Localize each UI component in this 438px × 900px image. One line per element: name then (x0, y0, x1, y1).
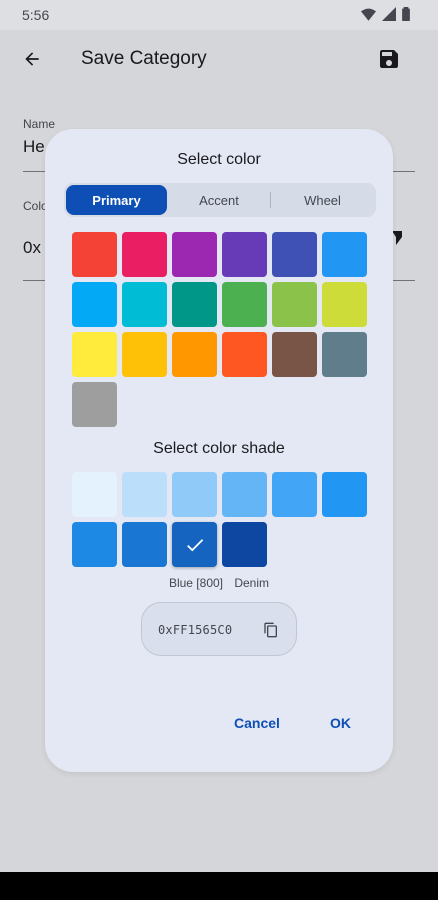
primary-color-swatch[interactable] (122, 232, 167, 277)
color-alias: Denim (234, 576, 270, 590)
primary-color-swatch[interactable] (122, 332, 167, 377)
signal-icon (382, 7, 396, 26)
dialog-title: Select color (177, 151, 261, 168)
hex-value: 0xFF1565C0 (158, 623, 233, 637)
shade-swatch[interactable] (72, 522, 117, 567)
primary-color-swatch[interactable] (122, 282, 167, 327)
primary-color-swatch[interactable] (72, 382, 117, 427)
primary-color-swatch[interactable] (172, 282, 217, 327)
shade-swatch[interactable] (222, 472, 267, 517)
status-time: 5:56 (22, 7, 50, 23)
primary-color-swatch[interactable] (172, 332, 217, 377)
tab-accent[interactable]: Accent (168, 185, 270, 215)
primary-color-swatch[interactable] (272, 282, 317, 327)
status-bar: 5:56 (0, 0, 438, 30)
primary-color-swatch[interactable] (272, 232, 317, 277)
navigation-bar (0, 872, 438, 900)
primary-color-swatch[interactable] (322, 282, 367, 327)
select-color-dialog: Select color Primary Accent Wheel Select… (45, 129, 393, 772)
shade-swatch[interactable] (122, 472, 167, 517)
wifi-icon (361, 8, 376, 26)
hex-value-box: 0xFF1565C0 (141, 602, 297, 656)
primary-color-swatch[interactable] (322, 232, 367, 277)
primary-color-swatch[interactable] (72, 232, 117, 277)
ok-button[interactable]: OK (330, 715, 351, 731)
color-mode-tabs: Primary Accent Wheel (64, 183, 376, 217)
battery-icon (402, 7, 410, 26)
color-caption: Blue [800] Denim (45, 576, 393, 590)
status-icons (361, 7, 410, 26)
color-name: Blue [800] (168, 576, 223, 590)
check-icon (186, 538, 203, 551)
primary-color-swatch[interactable] (72, 282, 117, 327)
copy-button[interactable] (260, 619, 282, 641)
shade-swatch[interactable] (272, 472, 317, 517)
shade-swatch[interactable] (72, 472, 117, 517)
tab-primary[interactable]: Primary (66, 185, 167, 215)
primary-color-swatch[interactable] (272, 332, 317, 377)
primary-color-swatch[interactable] (222, 332, 267, 377)
copy-icon (264, 622, 277, 638)
cancel-button[interactable]: Cancel (234, 715, 280, 731)
shade-swatch[interactable] (172, 472, 217, 517)
primary-color-swatch[interactable] (172, 232, 217, 277)
shade-swatch[interactable] (172, 522, 217, 567)
shade-title: Select color shade (153, 440, 285, 457)
primary-color-swatch[interactable] (72, 332, 117, 377)
primary-color-swatch[interactable] (222, 232, 267, 277)
primary-color-swatch[interactable] (222, 282, 267, 327)
primary-color-swatch[interactable] (322, 332, 367, 377)
shade-swatch[interactable] (322, 472, 367, 517)
shade-swatch[interactable] (222, 522, 267, 567)
tab-wheel[interactable]: Wheel (271, 185, 374, 215)
shade-swatch[interactable] (122, 522, 167, 567)
